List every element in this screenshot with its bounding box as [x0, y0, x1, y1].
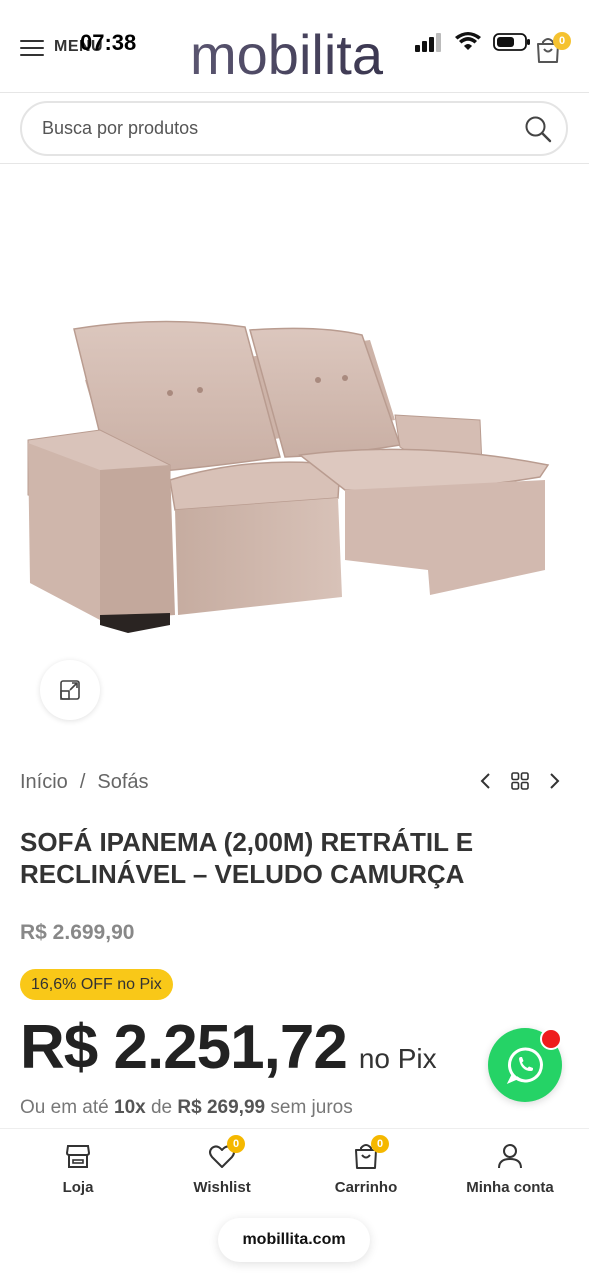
- nav-label-carrinho: Carrinho: [334, 1179, 398, 1196]
- installments-mid: de: [150, 1097, 173, 1118]
- grid-view-icon[interactable]: [511, 772, 529, 790]
- header-cart-button[interactable]: 0: [535, 32, 571, 64]
- discount-badge: 16,6% OFF no Pix: [20, 969, 173, 1000]
- search-input[interactable]: [42, 103, 502, 154]
- browser-url-bar[interactable]: mobillita.com: [218, 1218, 370, 1262]
- nav-item-carrinho[interactable]: 0 Carrinho: [296, 1135, 436, 1196]
- cart-count-badge: 0: [371, 1135, 389, 1153]
- svg-text:mobilita: mobilita: [190, 23, 384, 82]
- nav-label-loja: Loja: [62, 1179, 94, 1196]
- status-bar-time: 07:38: [80, 30, 137, 55]
- search-box: [20, 101, 568, 156]
- status-icons: [415, 32, 531, 52]
- installments-count: 10x: [114, 1097, 146, 1118]
- whatsapp-button[interactable]: [488, 1028, 562, 1102]
- notification-dot: [540, 1028, 562, 1050]
- previous-product-icon[interactable]: [479, 772, 493, 790]
- installments-info: Ou em até 10x de R$ 269,99 sem juros: [20, 1097, 353, 1119]
- breadcrumb-home-link[interactable]: Início: [20, 771, 68, 794]
- zoom-image-button[interactable]: [40, 660, 100, 720]
- breadcrumb-separator: /: [79, 771, 86, 793]
- installments-value: R$ 269,99: [177, 1097, 266, 1118]
- battery-icon: [493, 33, 530, 51]
- old-price: R$ 2.699,90: [20, 921, 135, 944]
- nav-label-wishlist: Wishlist: [193, 1179, 251, 1196]
- product-image[interactable]: [0, 165, 589, 745]
- nav-item-loja[interactable]: Loja: [8, 1141, 148, 1196]
- nav-item-minha-conta[interactable]: Minha conta: [440, 1141, 580, 1196]
- search-bar-container: [0, 93, 589, 164]
- whatsapp-icon: [506, 1047, 543, 1084]
- product-navigation: [479, 772, 561, 790]
- nav-item-wishlist[interactable]: 0 Wishlist: [152, 1135, 292, 1196]
- signal-icon: [415, 33, 441, 52]
- breadcrumb: Início / Sofás: [20, 771, 149, 794]
- wifi-icon: [455, 32, 481, 50]
- pix-price-suffix: no Pix: [358, 1043, 437, 1074]
- user-icon: [498, 1144, 522, 1169]
- next-product-icon[interactable]: [547, 772, 561, 790]
- hamburger-icon: [20, 38, 44, 56]
- mobilita-logo[interactable]: mobilita: [188, 16, 403, 82]
- header-cart-count-badge: 0: [553, 32, 571, 50]
- product-title: SOFÁ IPANEMA (2,00M) RETRÁTIL E RECLINÁV…: [20, 827, 474, 889]
- sofa-photo: [27, 320, 550, 633]
- pix-price: R$ 2.251,72: [20, 1013, 348, 1082]
- nav-label-minha-conta: Minha conta: [466, 1179, 554, 1196]
- site-header: MENU 07:38 mobilita 0: [0, 0, 589, 93]
- store-icon: [65, 1145, 91, 1168]
- search-icon[interactable]: [524, 115, 552, 143]
- breadcrumb-category-link[interactable]: Sofás: [97, 771, 148, 794]
- installments-suffix: sem juros: [270, 1097, 353, 1118]
- wishlist-count-badge: 0: [227, 1135, 245, 1153]
- expand-icon: [60, 680, 80, 700]
- installments-prefix: Ou em até: [20, 1097, 109, 1118]
- price-row: R$ 2.251,72 no Pix: [20, 1012, 437, 1083]
